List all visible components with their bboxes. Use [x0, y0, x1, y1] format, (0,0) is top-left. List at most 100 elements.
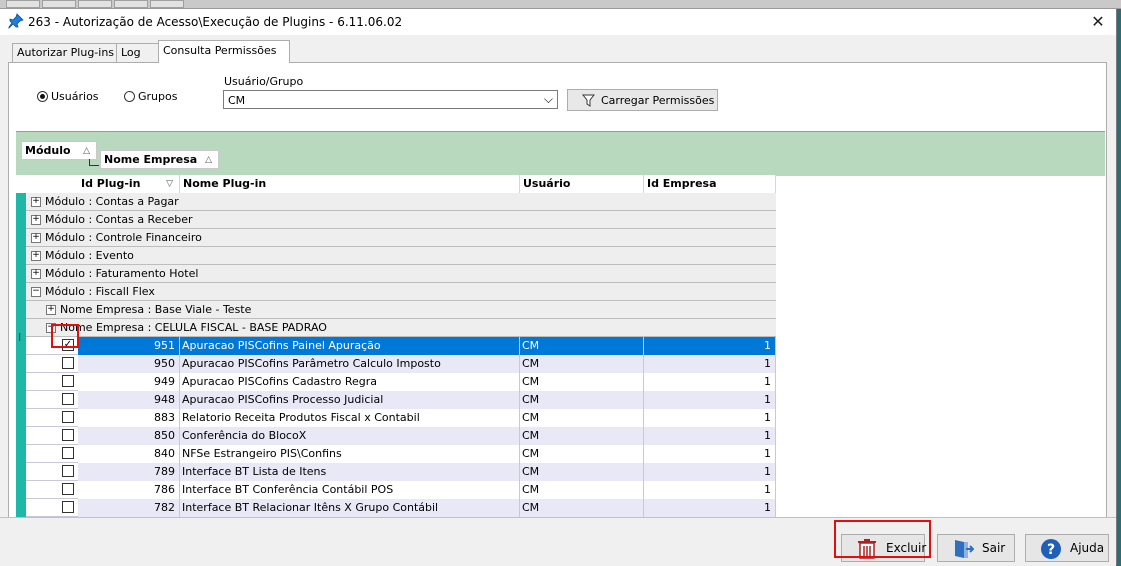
- row-indicator: [16, 211, 26, 229]
- col-id-empresa[interactable]: Id Empresa: [644, 175, 776, 193]
- ajuda-label: Ajuda: [1070, 541, 1105, 555]
- window-title: 263 - Autorização de Acesso\Execução de …: [28, 15, 403, 29]
- group-chip-modulo[interactable]: Módulo △: [21, 141, 97, 160]
- close-icon: ✕: [1091, 12, 1105, 31]
- chevron-down-icon: ⌵: [543, 92, 553, 106]
- group-chip-nome-empresa[interactable]: Nome Empresa △: [100, 150, 219, 169]
- pin-icon: [8, 13, 24, 29]
- expand-icon[interactable]: +: [31, 269, 41, 279]
- col-id-plugin[interactable]: Id Plug-in ▽: [78, 175, 180, 193]
- row-checkbox[interactable]: [62, 357, 74, 369]
- group-row-label: Módulo : Contas a Receber: [45, 213, 193, 226]
- table-row[interactable]: 949 Apuracao PISCofins Cadastro Regra CM…: [16, 373, 776, 391]
- cell-user: CM: [520, 481, 644, 499]
- row-checkbox[interactable]: [62, 501, 74, 513]
- ajuda-button[interactable]: ? Ajuda: [1025, 534, 1109, 562]
- cell-id: 789: [78, 463, 180, 481]
- cell-id: 840: [78, 445, 180, 463]
- cell-name: Interface BT Conferência Contábil POS: [180, 481, 520, 499]
- row-checkbox[interactable]: [62, 483, 74, 495]
- radio-usuarios[interactable]: Usuários: [37, 90, 99, 103]
- row-checkbox[interactable]: [62, 411, 74, 423]
- tab-autorizar-plugins[interactable]: Autorizar Plug-ins: [12, 43, 124, 62]
- cell-id: 850: [78, 427, 180, 445]
- group-row[interactable]: − Módulo : Fiscall Flex: [16, 283, 776, 301]
- row-checkbox[interactable]: [62, 447, 74, 459]
- cell-user: CM: [520, 463, 644, 481]
- svg-text:?: ?: [1047, 542, 1055, 558]
- help-icon: ?: [1041, 539, 1061, 559]
- row-indicator: [16, 463, 26, 481]
- subgroup-row[interactable]: − Nome Empresa : CELULA FISCAL - BASE PAD…: [16, 319, 776, 337]
- cell-user: CM: [520, 355, 644, 373]
- cell-id: 786: [78, 481, 180, 499]
- expand-icon[interactable]: +: [31, 233, 41, 243]
- cell-empresa: 1: [644, 499, 776, 517]
- filter-icon: [582, 94, 595, 107]
- load-permissions-label: Carregar Permissões: [601, 94, 715, 107]
- table-row[interactable]: 883 Relatorio Receita Produtos Fiscal x …: [16, 409, 776, 427]
- table-row[interactable]: 840 NFSe Estrangeiro PIS\Confins CM 1: [16, 445, 776, 463]
- highlight-box-checkbox: [51, 324, 79, 348]
- row-indicator: [16, 193, 26, 211]
- cell-empresa: 1: [644, 427, 776, 445]
- row-checkbox[interactable]: [62, 375, 74, 387]
- row-checkbox[interactable]: [62, 465, 74, 477]
- toolbar-button[interactable]: [150, 0, 184, 8]
- radio-unselected-icon: [124, 91, 135, 102]
- row-checkbox[interactable]: [62, 393, 74, 405]
- sair-label: Sair: [982, 541, 1006, 555]
- expand-icon[interactable]: +: [31, 197, 41, 207]
- tab-consulta-permissoes[interactable]: Consulta Permissões: [158, 40, 290, 63]
- radio-grupos[interactable]: Grupos: [124, 90, 177, 103]
- sair-button[interactable]: Sair: [937, 534, 1015, 562]
- group-row-label: Módulo : Evento: [45, 249, 134, 262]
- subgroup-row-label: Nome Empresa : CELULA FISCAL - BASE PADR…: [60, 321, 327, 334]
- cell-name: Apuracao PISCofins Cadastro Regra: [180, 373, 520, 391]
- table-row[interactable]: 950 Apuracao PISCofins Parâmetro Calculo…: [16, 355, 776, 373]
- exit-door-icon: [955, 540, 974, 558]
- table-row[interactable]: 948 Apuracao PISCofins Processo Judicial…: [16, 391, 776, 409]
- collapse-icon[interactable]: −: [31, 287, 41, 297]
- toolbar-button[interactable]: [78, 0, 112, 8]
- group-row[interactable]: + Módulo : Contas a Pagar: [16, 193, 776, 211]
- table-row[interactable]: ✓ 951 Apuracao PISCofins Painel Apuração…: [16, 337, 776, 355]
- cell-id: 950: [78, 355, 180, 373]
- group-connector: [89, 159, 99, 166]
- cell-user: CM: [520, 337, 644, 355]
- col-usuario[interactable]: Usuário: [520, 175, 644, 193]
- user-group-select[interactable]: CM ⌵: [223, 90, 558, 109]
- cell-name: Apuracao PISCofins Painel Apuração: [180, 337, 520, 355]
- cell-empresa: 1: [644, 463, 776, 481]
- table-row[interactable]: 786 Interface BT Conferência Contábil PO…: [16, 481, 776, 499]
- cell-id: 883: [78, 409, 180, 427]
- table-row[interactable]: 782 Interface BT Relacionar Itêns X Grup…: [16, 499, 776, 517]
- group-row[interactable]: + Módulo : Faturamento Hotel: [16, 265, 776, 283]
- grid-header: Id Plug-in ▽ Nome Plug-in Usuário Id Emp…: [16, 175, 776, 194]
- close-button[interactable]: ✕: [1086, 11, 1110, 33]
- expand-icon[interactable]: +: [31, 215, 41, 225]
- row-indicator: [16, 265, 26, 283]
- toolbar-button[interactable]: [114, 0, 148, 8]
- permissions-grid: Id Plug-in ▽ Nome Plug-in Usuário Id Emp…: [16, 175, 776, 517]
- expand-icon[interactable]: +: [31, 251, 41, 261]
- group-row[interactable]: + Módulo : Contas a Receber: [16, 211, 776, 229]
- table-row[interactable]: 789 Interface BT Lista de Itens CM 1: [16, 463, 776, 481]
- sort-desc-icon: ▽: [166, 179, 173, 189]
- row-checkbox[interactable]: [62, 429, 74, 441]
- group-row[interactable]: + Módulo : Evento: [16, 247, 776, 265]
- subgroup-row[interactable]: + Nome Empresa : Base Viale - Teste: [16, 301, 776, 319]
- group-chip-label: Módulo: [25, 144, 71, 157]
- cell-name: Apuracao PISCofins Parâmetro Calculo Imp…: [180, 355, 520, 373]
- subgroup-row-label: Nome Empresa : Base Viale - Teste: [60, 303, 252, 316]
- col-nome-plugin[interactable]: Nome Plug-in: [180, 175, 520, 193]
- cell-user: CM: [520, 445, 644, 463]
- row-indicator: [16, 301, 26, 319]
- table-row[interactable]: 850 Conferência do BlocoX CM 1: [16, 427, 776, 445]
- load-permissions-button[interactable]: Carregar Permissões: [567, 89, 718, 111]
- group-row[interactable]: + Módulo : Controle Financeiro: [16, 229, 776, 247]
- expand-icon[interactable]: +: [46, 305, 56, 315]
- toolbar-button[interactable]: [6, 0, 40, 8]
- toolbar-button[interactable]: [42, 0, 76, 8]
- group-row-label: Módulo : Fiscall Flex: [45, 285, 155, 298]
